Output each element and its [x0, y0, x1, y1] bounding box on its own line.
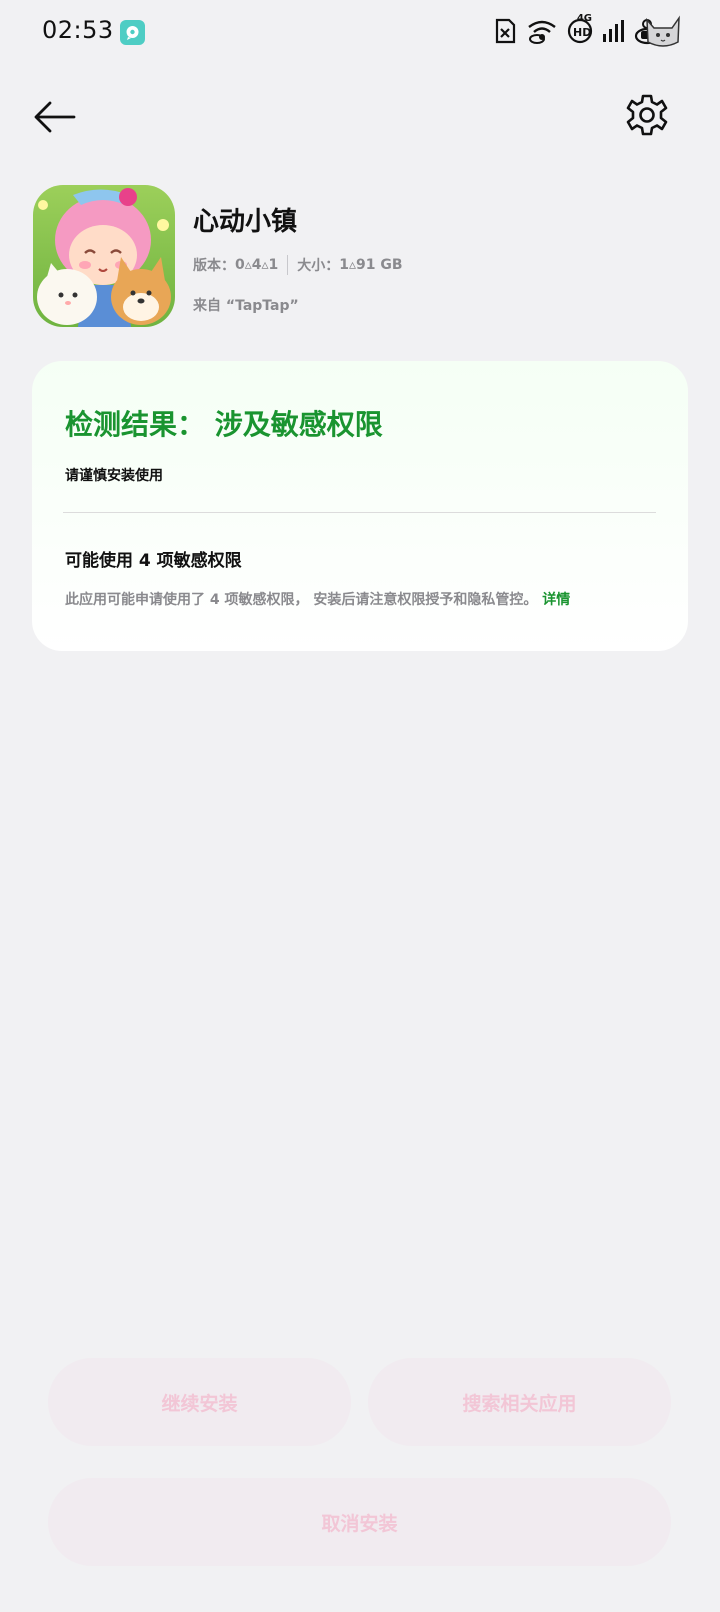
result-title: 检测结果： 涉及敏感权限: [65, 408, 383, 441]
app-header: 心动小镇 版本： 0▵4▵1 大小： 1▵91 GB 来自 “TapTap”: [33, 185, 683, 330]
signal-icon: [602, 18, 626, 48]
size-value: 1▵91 GB: [339, 257, 403, 273]
search-related-apps-button[interactable]: 搜索相关应用: [368, 1358, 671, 1446]
wifi-icon: [526, 17, 558, 49]
permission-title: 可能使用 4 项敏感权限: [65, 551, 242, 571]
settings-button[interactable]: [624, 92, 670, 138]
card-divider: [63, 512, 656, 513]
version-value: 0▵4▵1: [235, 257, 279, 273]
result-subtitle: 请谨慎安装使用: [65, 468, 163, 484]
version-label: 版本：: [193, 258, 235, 274]
app-meta: 版本： 0▵4▵1 大小： 1▵91 GB: [193, 255, 403, 275]
cat-avatar: [644, 14, 682, 50]
status-time: 02:53: [42, 16, 114, 44]
arrow-left-icon: [34, 101, 76, 133]
permission-description-text: 此应用可能申请使用了 4 项敏感权限， 安装后请注意权限授予和隐私管控。: [65, 592, 538, 608]
sim-x-icon: [492, 17, 518, 49]
status-bar: 02:53 4G HD: [0, 0, 720, 66]
gear-icon: [626, 94, 668, 136]
svg-text:HD: HD: [573, 26, 591, 39]
details-link[interactable]: 详情: [542, 592, 570, 608]
cancel-install-button[interactable]: 取消安装: [48, 1478, 671, 1566]
app-source: 来自 “TapTap”: [193, 298, 299, 314]
back-button[interactable]: [30, 92, 80, 142]
status-icons: HD: [492, 16, 660, 50]
app-icon: [33, 185, 175, 327]
continue-install-button[interactable]: 继续安装: [48, 1358, 351, 1446]
meta-divider: [287, 255, 289, 275]
result-card: 检测结果： 涉及敏感权限 请谨慎安装使用 可能使用 4 项敏感权限 此应用可能申…: [32, 361, 688, 651]
chat-bubble-icon: [120, 20, 145, 45]
app-name: 心动小镇: [193, 207, 298, 237]
hd-icon: HD: [566, 17, 594, 49]
permission-description: 此应用可能申请使用了 4 项敏感权限， 安装后请注意权限授予和隐私管控。 详情: [65, 589, 570, 609]
size-label: 大小：: [297, 258, 340, 274]
